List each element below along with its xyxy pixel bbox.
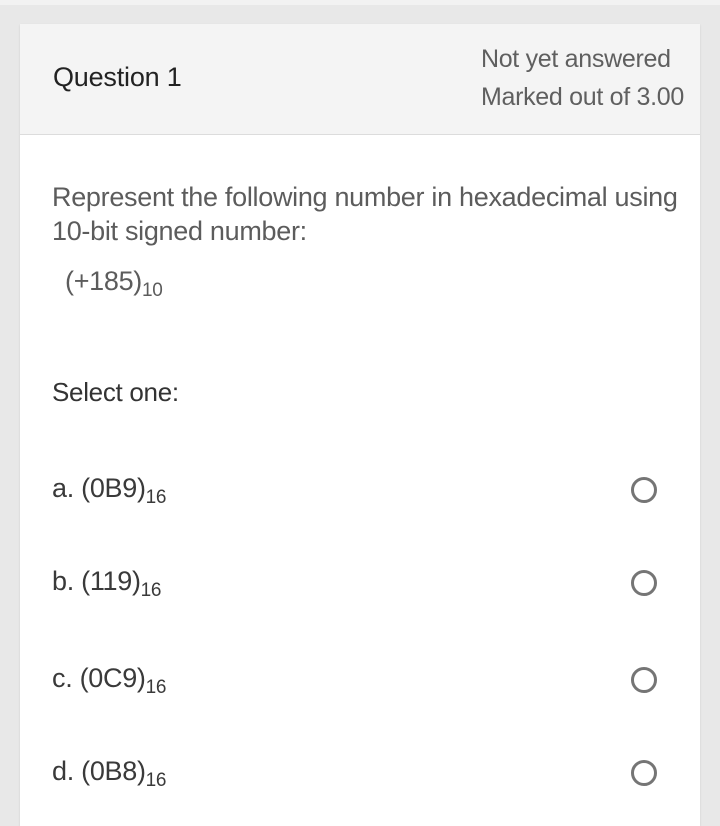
option-value: (0C9)	[79, 663, 146, 693]
option-letter: b.	[52, 566, 74, 596]
option-value: (119)	[81, 566, 141, 596]
option-value: (0B9)	[81, 473, 146, 503]
option-base: 16	[145, 677, 167, 698]
option-base: 16	[145, 487, 167, 508]
option-letter: c.	[52, 663, 73, 693]
radio-button-c[interactable]	[631, 667, 657, 693]
question-marks: Marked out of 3.00	[480, 83, 684, 111]
question-header: Question 1 Not yet answered Marked out o…	[20, 24, 700, 135]
question-card: Question 1 Not yet answered Marked out o…	[20, 24, 700, 826]
option-label: b. (119)16	[52, 566, 161, 600]
option-letter: d.	[52, 756, 74, 786]
top-strip	[0, 0, 720, 5]
number-base: 10	[142, 280, 163, 301]
option-letter: a.	[52, 473, 74, 503]
number-value: (+185)	[65, 266, 142, 296]
option-label: c. (0C9)16	[52, 663, 166, 697]
radio-button-a[interactable]	[631, 477, 657, 503]
answer-option-c[interactable]: c. (0C9)16	[20, 651, 700, 711]
radio-button-d[interactable]	[631, 760, 657, 786]
answer-option-a[interactable]: a. (0B9)16	[20, 461, 700, 521]
question-number: (+185)10	[65, 266, 163, 300]
radio-button-b[interactable]	[631, 570, 657, 596]
option-base: 16	[140, 580, 162, 601]
question-info: Not yet answered Marked out of 3.00	[481, 40, 684, 116]
option-value: (0B8)	[81, 756, 146, 786]
option-label: a. (0B9)16	[52, 473, 166, 507]
question-text: Represent the following number in hexade…	[52, 182, 678, 246]
question-status: Not yet answered	[480, 45, 671, 73]
option-base: 16	[145, 770, 167, 791]
question-title: Question 1	[53, 62, 182, 92]
answer-option-b[interactable]: b. (119)16	[20, 554, 700, 614]
select-one-label: Select one:	[52, 377, 179, 407]
option-label: d. (0B8)16	[52, 756, 166, 790]
answer-option-d[interactable]: d. (0B8)16	[20, 744, 700, 804]
